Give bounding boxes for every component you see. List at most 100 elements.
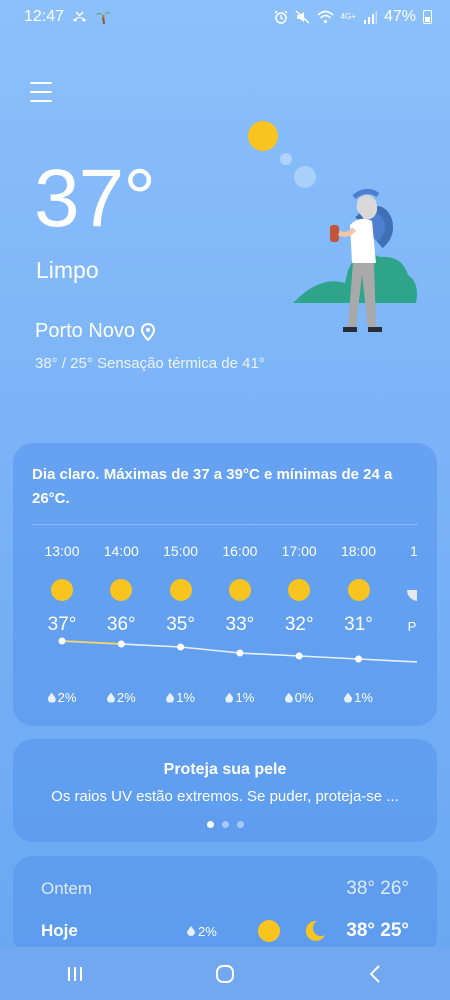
day-precip: 2% — [187, 924, 217, 939]
hour-precip-value: 1% — [235, 690, 255, 705]
hour-time: 16:00 — [222, 543, 258, 559]
day-temps: 38° 26° — [346, 878, 409, 899]
carousel-indicator[interactable] — [13, 821, 437, 828]
hour-precipitation: 0% — [269, 690, 329, 705]
hour-temperature: 32° — [284, 614, 314, 635]
hourly-forecast-list[interactable]: 13:00 37° 2% 14:00 36° 2% 15:00 35° 1% 16:00 33° 1%… — [13, 543, 417, 713]
divider — [32, 524, 418, 525]
sun-icon — [169, 579, 192, 601]
sun-icon — [258, 920, 280, 942]
hour-temperature: 31° — [344, 614, 373, 635]
hour-temperature: 37° — [47, 614, 77, 635]
temperature-point — [355, 655, 362, 663]
raindrop-icon — [166, 692, 175, 703]
hour-time: 14:00 — [103, 543, 139, 559]
hour-precipitation: 1% — [210, 690, 270, 705]
menu-button[interactable] — [30, 82, 52, 102]
hour-precip-value: 2% — [57, 690, 77, 705]
wifi-icon — [317, 10, 334, 24]
hourly-item: 13:00 37° — [32, 543, 92, 636]
raindrop-icon — [106, 692, 115, 703]
carousel-dot-2[interactable] — [221, 821, 229, 828]
day-name: Ontem — [41, 879, 93, 898]
weather-illustration — [248, 121, 417, 332]
location-name: Porto Novo — [35, 320, 136, 342]
alarm-icon — [274, 10, 288, 24]
sun-icon — [51, 579, 73, 601]
uv-alert-text: Os raios UV estão extremos. Se puder, pr… — [51, 788, 399, 805]
system-navigation-bar — [0, 947, 450, 1000]
home-icon — [216, 964, 234, 983]
daily-row[interactable]: Ontem 38° 26° — [41, 874, 409, 904]
hourly-item: 18:00 31° — [329, 543, 389, 636]
sun-icon — [288, 579, 311, 601]
signal-icon — [363, 10, 377, 24]
sun-icon — [347, 579, 370, 601]
sun-icon — [228, 579, 251, 601]
sun-icon — [110, 579, 133, 601]
uv-alert-card[interactable]: Proteja sua pele Os raios UV estão extre… — [13, 739, 437, 842]
status-bar: 12:47 4G+ 47% — [0, 0, 450, 34]
hour-precipitation: 1% — [151, 690, 211, 705]
temperature-point — [295, 652, 303, 660]
network-type: 4G+ — [340, 12, 356, 21]
hour-temperature: 33° — [225, 614, 255, 635]
carousel-dot-1[interactable] — [206, 821, 214, 828]
current-temperature: 37° — [34, 153, 156, 244]
raindrop-icon — [187, 926, 195, 936]
hour-temperature: 35° — [166, 614, 195, 635]
back-button[interactable] — [345, 954, 405, 994]
battery-percent: 47% — [383, 8, 416, 25]
raindrop-icon — [47, 692, 56, 703]
back-icon — [369, 964, 380, 983]
location-pin-icon — [141, 322, 156, 341]
status-time: 12:47 — [24, 8, 65, 25]
carousel-dot-3[interactable] — [236, 821, 244, 828]
recent-apps-button[interactable] — [45, 954, 105, 994]
day-name: Hoje — [41, 921, 78, 940]
hour-precipitation: 2% — [32, 690, 92, 705]
menu-icon — [30, 82, 52, 84]
weather-condition: Limpo — [36, 257, 99, 283]
hourly-item: 16:00 33° — [210, 543, 270, 636]
hour-precip-value: 1% — [176, 690, 195, 705]
moon-icon — [305, 920, 325, 941]
temperature-point — [58, 637, 66, 645]
home-button[interactable] — [195, 954, 255, 994]
raindrop-icon — [344, 692, 353, 703]
missed-call-icon — [72, 10, 87, 24]
battery-icon — [423, 10, 432, 24]
daily-forecast-card[interactable]: Ontem 38° 26° Hoje 2% 38° 25° — [13, 856, 437, 956]
current-segment — [61, 640, 122, 645]
day-precip-value: 2% — [198, 923, 217, 939]
temperature-point — [117, 640, 125, 648]
forecast-summary: Dia claro. Máximas de 37 a 39°C e mínima… — [32, 466, 393, 507]
hourly-item: 15:00 35° — [151, 543, 211, 636]
temperature-range-feels-like: 38° / 25° Sensação térmica de 41° — [35, 355, 265, 372]
mute-icon — [295, 10, 310, 24]
menu-icon-line — [30, 91, 52, 93]
temperature-point — [177, 643, 185, 651]
day-temps: 38° 25° — [346, 920, 409, 941]
hour-precip-value: 0% — [294, 690, 314, 705]
sun-icon — [248, 121, 278, 151]
daily-row[interactable]: Hoje 2% 38° 25° — [41, 916, 409, 946]
recent-apps-icon — [68, 966, 82, 981]
uv-alert-title: Proteja sua pele — [163, 761, 287, 778]
hourly-forecast-card[interactable]: Dia claro. Máximas de 37 a 39°C e mínima… — [13, 443, 437, 726]
hour-time: 18 — [410, 543, 417, 559]
hourly-item: 18 Pôr — [388, 543, 417, 634]
hour-time: 17:00 — [281, 543, 317, 559]
raindrop-icon — [225, 692, 234, 703]
hour-precip-value: 2% — [116, 690, 136, 705]
hour-precip-value: 1% — [354, 690, 373, 705]
location[interactable]: Porto Novo — [35, 320, 156, 343]
raindrop-icon — [284, 692, 293, 703]
hour-temperature: 36° — [106, 614, 136, 635]
palm-tree-icon — [95, 9, 111, 25]
hour-time: 13:00 — [44, 543, 80, 559]
hour-precipitation: 2% — [91, 690, 151, 705]
menu-icon-line — [30, 100, 52, 102]
sunset-icon — [406, 579, 417, 601]
hour-time: 15:00 — [163, 543, 199, 559]
